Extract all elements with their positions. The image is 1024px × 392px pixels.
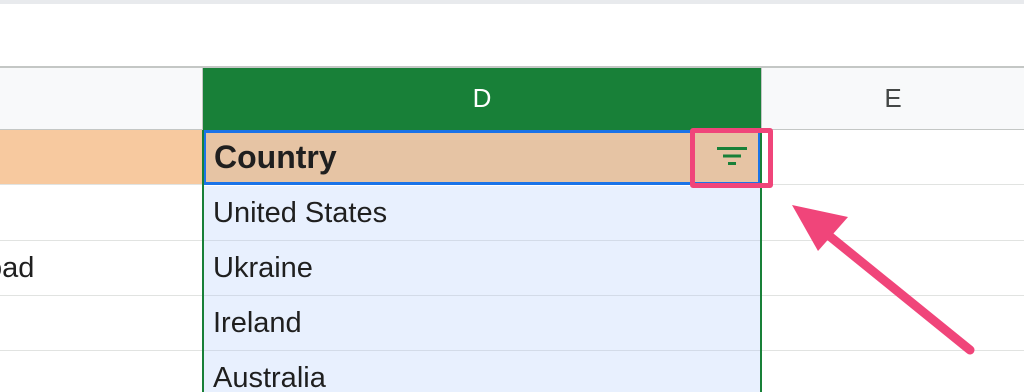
cell-c3[interactable]: oad (0, 241, 203, 296)
annotation-arrow-icon (792, 205, 975, 355)
cell-c5[interactable] (0, 351, 203, 392)
cell-d3[interactable]: Ukraine (203, 241, 761, 296)
column-selection-border-left (202, 130, 204, 392)
cell-e1[interactable] (761, 130, 1024, 185)
cell-d4[interactable]: Ireland (203, 296, 761, 351)
spreadsheet-view: D E Country United States oad Ukraine Ir… (0, 0, 1024, 392)
cell-d1-header[interactable]: Country (203, 130, 761, 185)
column-header-e[interactable]: E (761, 68, 1024, 130)
table-row: Country (0, 130, 1024, 185)
cell-c4[interactable] (0, 296, 203, 351)
cell-d2[interactable]: United States (203, 186, 761, 241)
cell-d5[interactable]: Australia (203, 351, 761, 392)
cell-c2[interactable] (0, 186, 203, 241)
formula-bar-area[interactable] (0, 4, 1024, 68)
cell-c3-text: oad (0, 251, 35, 284)
filter-button[interactable] (690, 128, 773, 188)
cell-c1[interactable] (0, 130, 203, 185)
column-header-d[interactable]: D (203, 68, 761, 130)
filter-icon (715, 143, 749, 174)
column-header-c[interactable] (0, 68, 203, 130)
